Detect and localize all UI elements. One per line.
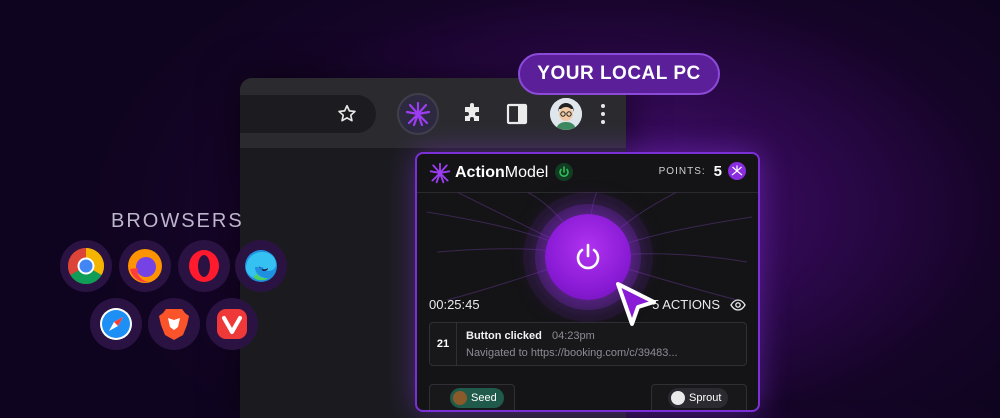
brand-logo: ActionModel <box>429 162 548 184</box>
action-log-entry[interactable]: 21 Button clicked 04:23pm Navigated to h… <box>429 322 747 366</box>
power-icon <box>576 243 600 270</box>
log-entry-time: 04:23pm <box>552 330 595 342</box>
opera-icon <box>178 240 230 292</box>
star-icon[interactable] <box>336 103 358 125</box>
action-model-extension-icon[interactable] <box>397 93 439 135</box>
actions-label: 5 ACTIONS <box>652 297 720 312</box>
points-display: POINTS: 5 <box>659 162 746 180</box>
log-entry-description: Navigated to https://booking.com/c/39483… <box>466 347 678 359</box>
action-model-logo-icon <box>429 162 451 184</box>
tier-chip-sprout: Sprout <box>668 388 729 408</box>
eye-icon[interactable] <box>730 298 746 311</box>
points-icon <box>728 162 746 180</box>
log-entry-number: 21 <box>430 323 457 365</box>
action-model-panel: ActionModel POINTS: 5 00:25:45 5 ACTIONS… <box>415 152 760 412</box>
safari-icon <box>90 298 142 350</box>
brand-name: ActionModel <box>455 164 549 181</box>
address-bar[interactable] <box>240 95 376 133</box>
log-entry-title: Button clicked <box>466 330 542 342</box>
mouse-cursor-icon <box>616 282 656 326</box>
seed-icon <box>453 391 467 405</box>
tier-card-seed[interactable]: Seed <box>429 384 515 410</box>
firefox-icon <box>119 240 171 292</box>
tier-card-sprout[interactable]: Sprout <box>651 384 747 410</box>
sidebar-icon[interactable] <box>505 102 529 126</box>
puzzle-icon[interactable] <box>461 102 485 126</box>
edge-icon <box>235 240 287 292</box>
tier-label-seed: Seed <box>471 392 497 404</box>
your-local-pc-badge: YOUR LOCAL PC <box>518 53 720 95</box>
points-value: 5 <box>713 162 722 180</box>
status-power-icon[interactable] <box>555 163 573 181</box>
tier-label-sprout: Sprout <box>689 392 722 404</box>
actions-counter: 5 ACTIONS <box>652 297 746 312</box>
session-timer: 00:25:45 <box>429 297 480 312</box>
points-label: POINTS: <box>658 165 706 177</box>
chrome-icon <box>60 240 112 292</box>
tier-chip-seed: Seed <box>450 388 504 408</box>
more-vert-icon[interactable] <box>600 104 606 126</box>
browsers-heading: BROWSERS <box>111 210 244 232</box>
avatar[interactable] <box>550 98 582 130</box>
panel-header: ActionModel POINTS: 5 <box>417 154 758 193</box>
brave-icon <box>148 298 200 350</box>
vivaldi-icon <box>206 298 258 350</box>
sprout-icon <box>671 391 685 405</box>
